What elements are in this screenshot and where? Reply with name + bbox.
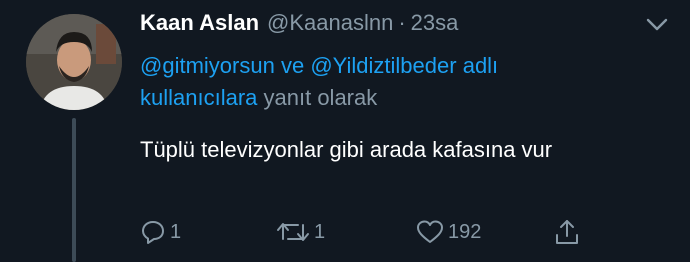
adli-word: adlı [462,53,499,78]
avatar[interactable] [26,14,122,110]
thread-connector-line [72,118,76,262]
mention-link[interactable]: @Yildiztilbeder [310,53,456,78]
tweet-actions: 1 1 192 [140,214,660,250]
separator-dot: · [398,10,406,35]
tweet-text: Tüplü televizyonlar gibi arada kafasına … [140,137,553,162]
avatar-photo [26,14,122,110]
tweet-menu-button[interactable] [646,18,668,32]
timestamp[interactable]: 23sa [411,10,459,36]
like-count: 192 [448,220,482,243]
reply-suffix: yanıt olarak [263,85,378,110]
share-button[interactable] [554,214,580,250]
tweet-header: Kaan Aslan @Kaanaslnn · 23sa [140,10,650,46]
retweet-count: 1 [314,220,326,243]
users-word[interactable]: kullanıcılara [140,85,257,110]
mention-link[interactable]: @gitmiyorsun [140,53,275,78]
retweet-icon [277,223,309,241]
reply-bubble-icon [142,221,164,244]
share-icon [556,220,578,244]
reply-count: 1 [170,220,182,243]
reply-button[interactable]: 1 [140,214,181,250]
reply-context: @gitmiyorsun ve @Yildiztilbeder adlı kul… [140,50,640,114]
retweet-button[interactable]: 1 [276,214,325,250]
chevron-down-icon [646,18,668,31]
author-name[interactable]: Kaan Aslan [140,10,259,36]
connector-word: ve [280,53,305,78]
author-handle[interactable]: @Kaanaslnn [267,10,393,36]
like-button[interactable]: 192 [416,214,481,250]
heart-icon [417,220,443,243]
